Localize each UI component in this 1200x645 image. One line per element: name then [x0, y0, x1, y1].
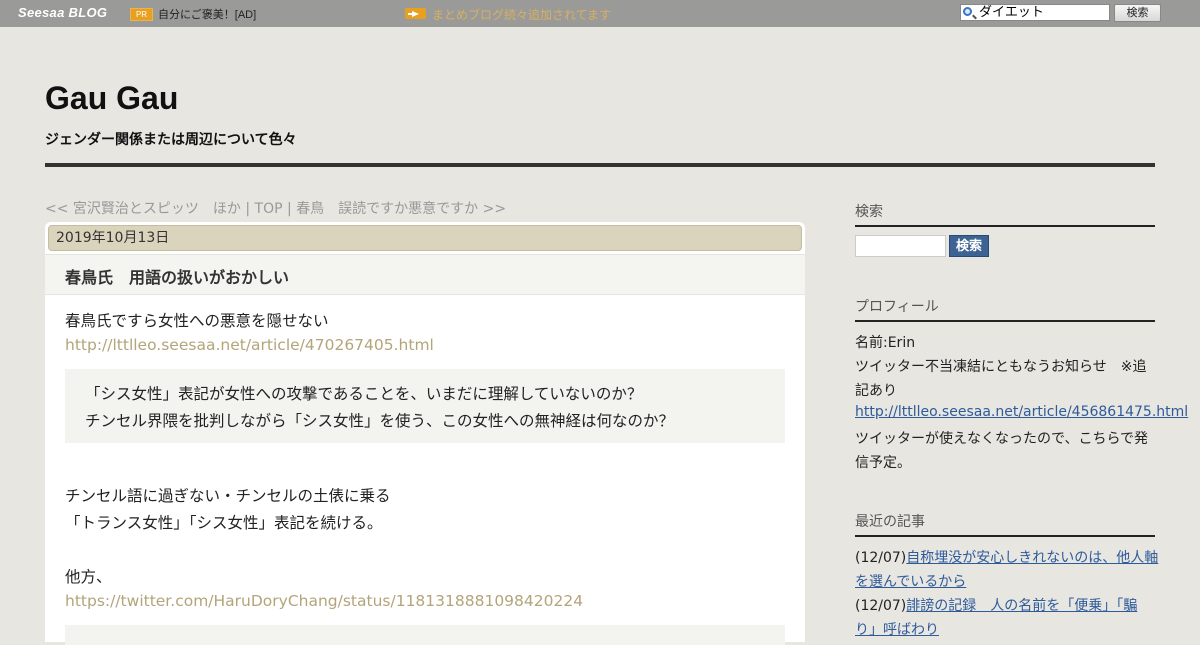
sidebar-search-input[interactable]	[855, 235, 946, 257]
profile-name: 名前:Erin	[855, 335, 916, 351]
recent-article-link[interactable]: を選んでいるから	[855, 574, 966, 590]
article-navigation: << 宮沢賢治とスピッツ ほか | TOP | 春鳥 誤読ですか悪意ですか >>	[45, 198, 506, 218]
seesaa-top-bar: Seesaa BLOG PR 自分にご褒美！[AD] まとめブログ続々追加されて…	[0, 0, 1200, 27]
recent-article-link[interactable]: 自称埋没が安心しきれないのは、他人軸	[906, 550, 1158, 566]
article-quote: 「シス女性」表記が女性への攻撃であることを、いまだに理解していないのか？ チンセ…	[65, 369, 785, 443]
article-quote	[65, 625, 785, 645]
top-search-box	[960, 4, 1110, 21]
article-paragraph: チンセル語に過ぎない・チンセルの土俵に乗る	[65, 487, 391, 505]
blog-subtitle: ジェンダー関係または周辺について色々	[45, 132, 297, 148]
nav-separator: |	[282, 201, 297, 217]
header-divider	[45, 163, 1155, 167]
article-card: 2019年10月13日 春鳥氏 用語の扱いがおかしい 春鳥氏ですら女性への悪意を…	[45, 222, 805, 645]
blog-title[interactable]: Gau Gau	[45, 80, 178, 117]
pr-badge: PR	[130, 8, 153, 21]
profile-text: 記あり	[855, 383, 897, 399]
matome-blog-link[interactable]: まとめブログ続々追加されてます	[432, 6, 611, 23]
top-search-button[interactable]: 検索	[1114, 4, 1161, 22]
profile-text: ツイッターが使えなくなったので、こちらで発	[855, 431, 1149, 447]
sidebar-search-heading: 検索	[855, 201, 1155, 227]
quote-line: チンセル界隈を批判しながら「シス女性」を使う、この女性への無神経は何なのか？	[85, 412, 675, 430]
sidebar-search-button[interactable]: 検索	[949, 235, 989, 257]
nav-separator: |	[240, 201, 255, 217]
top-search-input[interactable]	[979, 5, 1107, 20]
recent-article-link[interactable]: 誹謗の記録 人の名前を「便乗」「騙	[906, 598, 1137, 614]
recent-article-item: を選んでいるから	[855, 571, 966, 591]
article-link[interactable]: http://lttlleo.seesaa.net/article/470267…	[65, 336, 434, 354]
recent-article-item: (12/07)自称埋没が安心しきれないのは、他人軸	[855, 547, 1158, 567]
profile-link[interactable]: http://lttlleo.seesaa.net/article/456861…	[855, 404, 1188, 420]
article-title[interactable]: 春鳥氏 用語の扱いがおかしい	[65, 264, 289, 288]
recent-article-link[interactable]: り」呼ばわり	[855, 622, 939, 638]
recent-article-item: り」呼ばわり	[855, 619, 939, 639]
search-icon	[963, 7, 972, 16]
next-article-link[interactable]: 春鳥 誤読ですか悪意ですか >>	[296, 201, 506, 217]
recent-article-date: (12/07)	[855, 550, 907, 566]
pr-ad-link[interactable]: 自分にご褒美！[AD]	[158, 6, 256, 22]
profile-text: 信予定。	[855, 455, 911, 471]
profile-text: ツイッター不当凍結にともなうお知らせ ※追	[855, 359, 1147, 375]
article-paragraph: 他方、	[65, 568, 112, 586]
recent-article-date: (12/07)	[855, 598, 907, 614]
article-link[interactable]: https://twitter.com/HaruDoryChang/status…	[65, 592, 583, 610]
article-paragraph: 「トランス女性」「シス女性」表記を続ける。	[65, 514, 383, 532]
sidebar-recent-heading: 最近の記事	[855, 511, 1155, 537]
prev-article-link[interactable]: << 宮沢賢治とスピッツ ほか	[45, 201, 241, 217]
top-link[interactable]: TOP	[255, 201, 283, 217]
sidebar-profile-heading: プロフィール	[855, 296, 1155, 322]
article-paragraph: 春鳥氏ですら女性への悪意を隠せない	[65, 312, 329, 330]
recent-article-item: (12/07)誹謗の記録 人の名前を「便乗」「騙	[855, 595, 1137, 615]
quote-line: 「シス女性」表記が女性への攻撃であることを、いまだに理解していないのか？	[85, 385, 643, 403]
article-date: 2019年10月13日	[48, 225, 802, 251]
arrow-right-icon	[405, 8, 426, 19]
seesaa-blog-logo[interactable]: Seesaa BLOG	[18, 5, 107, 20]
article-title-bar: 春鳥氏 用語の扱いがおかしい	[45, 254, 805, 295]
